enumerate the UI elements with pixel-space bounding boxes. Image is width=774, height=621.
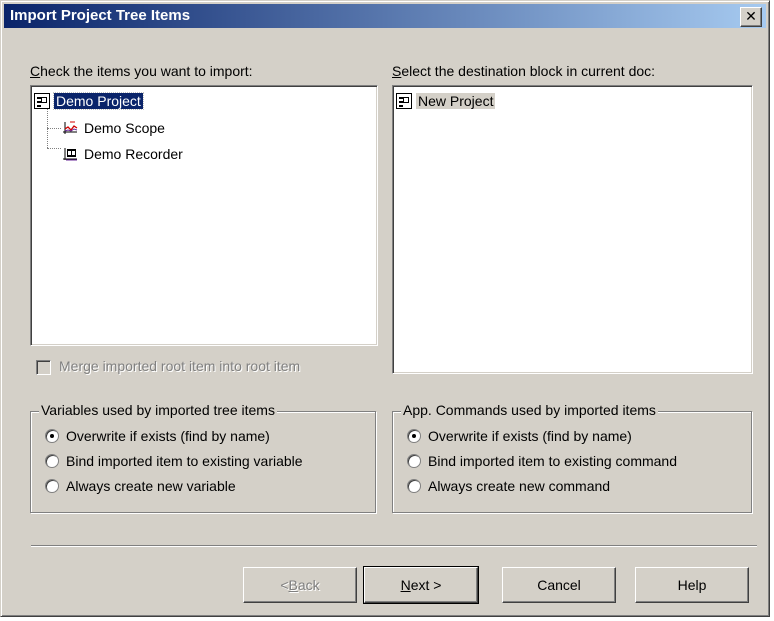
tree-item-label: Demo Recorder [84,146,183,162]
commands-group-title: App. Commands used by imported items [401,402,658,418]
tree-item-label: Demo Scope [84,120,165,136]
commands-group: App. Commands used by imported items Ove… [392,402,752,513]
tree-item-label: New Project [416,93,496,109]
title-bar[interactable]: Import Project Tree Items ✕ [4,4,766,28]
radio-button[interactable] [407,479,421,493]
tree-item-demo-scope[interactable]: Demo Scope [62,118,167,138]
merge-checkbox-label: Merge imported root item into root item [59,358,301,374]
radio-button[interactable] [45,479,59,493]
recorder-icon [62,146,78,162]
radio-button[interactable] [407,454,421,468]
radio-button[interactable] [407,429,421,443]
destination-label: Select the destination block in current … [392,63,656,79]
scope-icon [62,120,78,136]
variables-group-title: Variables used by imported tree items [39,402,277,418]
variables-group: Variables used by imported tree items Ov… [30,402,376,513]
project-icon [34,93,50,109]
close-icon[interactable]: ✕ [740,7,762,27]
import-tree[interactable]: Demo Project Demo Scope Demo Recorder [30,85,378,346]
tree-item-demo-recorder[interactable]: Demo Recorder [62,144,185,164]
import-items-label: Check the items you want to import: [30,63,253,79]
tree-item-new-project[interactable]: New Project [396,91,496,111]
dialog-title: Import Project Tree Items [10,7,191,24]
project-icon [396,93,412,109]
radio-bind-command[interactable]: Bind imported item to existing command [407,453,677,469]
radio-overwrite-command[interactable]: Overwrite if exists (find by name) [407,428,632,444]
destination-tree[interactable]: New Project [392,85,753,374]
radio-button[interactable] [45,429,59,443]
radio-button[interactable] [45,454,59,468]
cancel-button[interactable]: Cancel [502,567,616,603]
back-button[interactable]: < Back [243,567,357,603]
import-dialog: Import Project Tree Items ✕ Check the it… [0,0,770,617]
tree-item-demo-project[interactable]: Demo Project [34,91,144,111]
radio-new-command[interactable]: Always create new command [407,478,610,494]
radio-bind-variable[interactable]: Bind imported item to existing variable [45,453,303,469]
radio-overwrite-variable[interactable]: Overwrite if exists (find by name) [45,428,270,444]
tree-item-label: Demo Project [53,92,144,110]
merge-checkbox[interactable] [36,360,51,375]
help-button[interactable]: Help [635,567,749,603]
next-button[interactable]: Next > [363,566,479,604]
radio-new-variable[interactable]: Always create new variable [45,478,236,494]
separator [31,545,757,547]
